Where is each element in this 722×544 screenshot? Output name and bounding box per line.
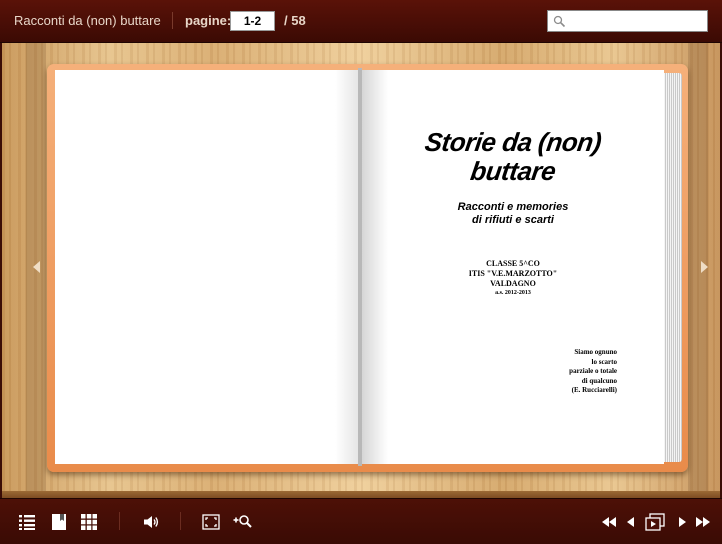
book-title: Storie da (non) buttare	[362, 127, 664, 186]
left-page-gutter-shadow	[335, 70, 358, 464]
book-title-line: Storie da (non)	[422, 127, 604, 157]
left-page[interactable]	[55, 70, 358, 464]
grid-icon	[81, 514, 97, 530]
arrow-left-icon	[33, 261, 40, 273]
next-icon	[679, 517, 686, 527]
fullscreen-icon	[202, 514, 220, 530]
speaker-icon	[144, 516, 159, 528]
shelf-edge	[2, 491, 720, 498]
page-stack-edge	[664, 73, 682, 462]
toolbar-divider	[180, 512, 181, 530]
divider	[172, 12, 173, 29]
last-page-icon	[696, 517, 710, 527]
autoplay-icon	[645, 513, 665, 531]
class-line: CLASSE 5^CO	[486, 259, 540, 268]
epigraph-line: lo scarto	[591, 357, 617, 366]
search-input[interactable]	[568, 13, 704, 29]
list-icon	[19, 515, 35, 530]
next-page-button[interactable]	[694, 255, 714, 279]
zoom-in-button[interactable]	[233, 513, 252, 531]
first-page-icon	[602, 517, 616, 527]
previous-page-button[interactable]	[27, 255, 47, 279]
bookmark-icon	[52, 514, 66, 530]
table-of-contents-button[interactable]	[18, 513, 36, 531]
zoom-icon	[233, 515, 252, 528]
previous-page-toolbar-button[interactable]	[622, 513, 640, 531]
epigraph: Siamo ognuno lo scarto parziale o totale…	[540, 348, 617, 396]
book-subtitle-line: Racconti e memories	[457, 201, 569, 213]
school-year: a.s. 2012-2013	[495, 290, 531, 296]
first-page-button[interactable]	[600, 513, 618, 531]
bookmark-button[interactable]	[50, 513, 68, 531]
thumbnails-button[interactable]	[80, 513, 98, 531]
bottom-toolbar	[0, 498, 722, 544]
fullscreen-button[interactable]	[202, 513, 220, 531]
epigraph-line: parziale o totale	[569, 367, 617, 375]
search-box[interactable]	[547, 10, 708, 32]
last-page-button[interactable]	[694, 513, 712, 531]
search-icon	[553, 15, 566, 28]
page-number-input[interactable]	[230, 11, 275, 31]
epigraph-line: Siamo ognuno	[574, 348, 617, 356]
book-subtitle: Racconti e memories di rifiuti e scarti	[362, 201, 664, 227]
city-line: VALDAGNO	[490, 279, 536, 288]
publication-title: Racconti da (non) buttare	[14, 13, 161, 28]
arrow-right-icon	[701, 261, 708, 273]
book-subtitle-line: di rifiuti e scarti	[472, 214, 554, 226]
total-pages: / 58	[284, 13, 306, 28]
previous-icon	[627, 517, 634, 527]
autoplay-button[interactable]	[645, 513, 665, 531]
toolbar-divider	[119, 512, 120, 530]
school-line: ITIS "V.E.MARZOTTO"	[468, 269, 558, 278]
next-page-toolbar-button[interactable]	[673, 513, 691, 531]
top-toolbar: Racconti da (non) buttare pagine: / 58	[0, 0, 722, 43]
epigraph-line: di qualcuno	[581, 376, 617, 385]
pages-label: pagine:	[185, 13, 232, 28]
book-title-line: buttare	[468, 156, 558, 186]
class-info: CLASSE 5^CO ITIS "V.E.MARZOTTO" VALDAGNO…	[362, 259, 664, 298]
sound-button[interactable]	[142, 513, 160, 531]
epigraph-author: (E. Rucciarelli)	[571, 386, 617, 394]
